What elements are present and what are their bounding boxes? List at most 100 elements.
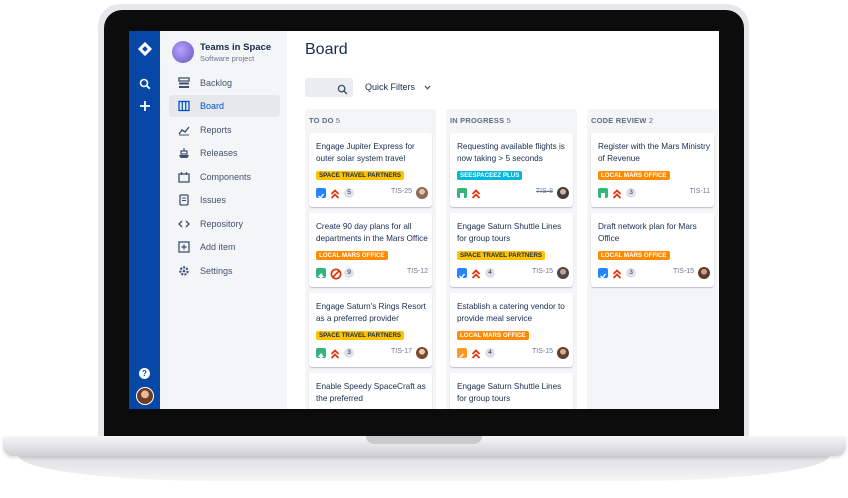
- user-avatar[interactable]: [129, 387, 160, 405]
- quick-filters-button[interactable]: Quick Filters: [365, 82, 431, 92]
- project-avatar[interactable]: [172, 41, 194, 63]
- sidebar-item-label: Issues: [200, 195, 227, 205]
- releases-icon: [177, 146, 191, 160]
- story-icon: [316, 268, 326, 279]
- sidebar-item-label: Backlog: [200, 78, 233, 88]
- issue-card[interactable]: Engage Saturn's Rings Resort as a prefer…: [309, 293, 432, 367]
- issue-card[interactable]: Draft network plan for Mars Office LOCAL…: [591, 213, 714, 287]
- priority-highest-icon: [471, 267, 481, 279]
- repository-icon: [177, 217, 191, 231]
- card-title: Requesting available flights is now taki…: [457, 142, 565, 163]
- epic-label: LOCAL MARS OFFICE: [457, 331, 529, 340]
- card-title: Register with the Mars Ministry of Reven…: [598, 142, 710, 163]
- assignee-avatar[interactable]: [557, 347, 569, 359]
- sidebar-item-add-item[interactable]: Add item: [169, 236, 280, 258]
- issue-card[interactable]: Engage Jupiter Express for outer solar s…: [309, 133, 432, 207]
- column-count: 5: [335, 116, 341, 125]
- issue-card[interactable]: Register with the Mars Ministry of Reven…: [591, 133, 714, 207]
- epic-label: SPACE TRAVEL PARTNERS: [316, 331, 405, 340]
- create-icon[interactable]: [129, 99, 160, 117]
- sidebar-item-board[interactable]: Board: [169, 95, 280, 117]
- sidebar-item-label: Repository: [200, 219, 244, 229]
- jira-logo-icon[interactable]: [129, 41, 160, 62]
- issue-key[interactable]: TIS-15: [532, 268, 553, 275]
- sidebar-item-label: Add item: [200, 242, 236, 252]
- task-icon: [598, 268, 608, 280]
- card-title: Enable Speedy SpaceCraft as the preferre…: [316, 382, 426, 403]
- column-in-progress: IN PROGRESS 5 Requesting available fligh…: [446, 109, 577, 409]
- story-icon: [598, 188, 608, 199]
- sidebar-item-label: Components: [200, 172, 252, 182]
- story-icon: [457, 188, 467, 199]
- card-footer: 4 TIS-15: [457, 266, 569, 280]
- project-sidebar: Teams in Space Software project Backlog …: [160, 31, 287, 409]
- priority-highest-icon: [330, 187, 340, 199]
- issue-key[interactable]: TIS-17: [391, 348, 412, 355]
- board-icon: [177, 99, 191, 113]
- board-main: Board Quick Filters TO DO 5 Engage Jupit…: [287, 31, 719, 409]
- issue-card[interactable]: Create 90 day plans for all departments …: [309, 213, 432, 287]
- card-title: Draft network plan for Mars Office: [598, 222, 697, 243]
- issue-key[interactable]: TIS-11: [690, 188, 711, 195]
- sidebar-item-reports[interactable]: Reports: [169, 119, 280, 141]
- issue-key[interactable]: TIS-12: [407, 268, 428, 275]
- issue-card[interactable]: Requesting available flights is now taki…: [450, 133, 573, 207]
- story-points-badge: 9: [344, 268, 354, 278]
- issue-key[interactable]: TIS-8: [536, 188, 553, 195]
- card-footer: 9 TIS-12: [316, 266, 428, 280]
- story-points-badge: 3: [626, 188, 636, 198]
- settings-icon: [177, 264, 191, 278]
- help-icon[interactable]: ?: [129, 368, 160, 379]
- column-header: IN PROGRESS 5: [450, 116, 511, 125]
- epic-label: LOCAL MARS OFFICE: [598, 171, 670, 180]
- sidebar-item-repository[interactable]: Repository: [169, 213, 280, 235]
- project-name[interactable]: Teams in Space: [200, 42, 271, 53]
- subtask-icon: [457, 348, 467, 359]
- issue-card[interactable]: Engage Saturn Shuttle Lines for group to…: [450, 373, 573, 409]
- card-footer: 4 TIS-15: [457, 346, 569, 360]
- column-count: 2: [648, 116, 654, 125]
- issue-card[interactable]: Establish a catering vendor to provide m…: [450, 293, 573, 367]
- sidebar-item-releases[interactable]: Releases: [169, 142, 280, 164]
- epic-label: SPACE TRAVEL PARTNERS: [457, 251, 546, 260]
- laptop-notch: [366, 436, 482, 444]
- issue-card[interactable]: Enable Speedy SpaceCraft as the preferre…: [309, 373, 432, 409]
- search-icon[interactable]: [129, 77, 160, 95]
- task-icon: [316, 188, 326, 200]
- issue-key[interactable]: TIS-15: [673, 268, 694, 275]
- chevron-down-icon: [424, 82, 431, 92]
- sidebar-item-settings[interactable]: Settings: [169, 260, 280, 282]
- column-count: 5: [506, 116, 511, 125]
- sidebar-item-components[interactable]: Components: [169, 166, 280, 188]
- story-points-badge: 4: [485, 268, 495, 278]
- search-input[interactable]: [305, 78, 353, 97]
- column-name: IN PROGRESS: [450, 116, 505, 125]
- issue-key[interactable]: TIS-25: [391, 188, 412, 195]
- column-code-review: CODE REVIEW 2 Register with the Mars Min…: [587, 109, 718, 409]
- issue-key[interactable]: TIS-15: [532, 348, 553, 355]
- card-title: Engage Jupiter Express for outer solar s…: [316, 142, 415, 163]
- story-icon: [316, 348, 326, 359]
- add-item-icon: [177, 240, 191, 254]
- assignee-avatar[interactable]: [416, 187, 428, 199]
- column-name: CODE REVIEW: [591, 116, 647, 125]
- priority-highest-icon: [612, 267, 622, 279]
- card-title: Establish a catering vendor to provide m…: [457, 302, 565, 323]
- sidebar-item-backlog[interactable]: Backlog: [169, 72, 280, 94]
- priority-highest-icon: [330, 347, 340, 359]
- card-title: Engage Saturn Shuttle Lines for group to…: [457, 222, 562, 243]
- assignee-avatar[interactable]: [557, 187, 569, 199]
- assignee-avatar[interactable]: [557, 267, 569, 279]
- issue-card[interactable]: Engage Saturn Shuttle Lines for group to…: [450, 213, 573, 287]
- card-title: Engage Saturn's Rings Resort as a prefer…: [316, 302, 426, 323]
- issues-icon: [177, 193, 191, 207]
- app-screen: ? Teams in Space Software project Backlo…: [129, 31, 719, 409]
- backlog-icon: [177, 76, 191, 90]
- task-icon: [457, 268, 467, 280]
- priority-highest-icon: [471, 347, 481, 359]
- card-footer: 5 TIS-25: [316, 186, 428, 200]
- assignee-avatar[interactable]: [698, 267, 710, 279]
- sidebar-item-issues[interactable]: Issues: [169, 189, 280, 211]
- assignee-avatar[interactable]: [416, 347, 428, 359]
- sidebar-item-label: Reports: [200, 125, 232, 135]
